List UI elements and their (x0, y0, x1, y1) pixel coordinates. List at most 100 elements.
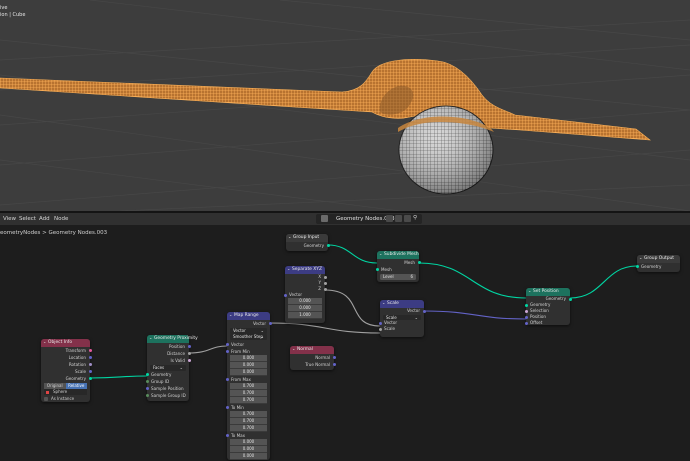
output-socket[interactable] (187, 345, 191, 349)
input-socket[interactable] (283, 293, 287, 297)
vector-z-field[interactable]: 1.000 (288, 312, 322, 319)
node-header[interactable]: Map Range (227, 311, 270, 320)
input-socket[interactable] (378, 321, 382, 325)
level-field[interactable]: Level 6 (380, 273, 416, 280)
input-socket[interactable] (524, 303, 528, 307)
socket-row: Mesh (377, 259, 421, 266)
socket-row: Geometry (286, 242, 330, 249)
node-normal[interactable]: Normal Normal True Normal (290, 345, 336, 370)
output-scale-label: Scale (74, 369, 86, 374)
output-socket[interactable] (268, 322, 272, 326)
from-min-z[interactable]: 0.000 (230, 368, 267, 376)
node-group-input[interactable]: Group Input Geometry (286, 233, 330, 251)
node-separate-xyz[interactable]: Separate XYZ X Y Z Vector 0.000 0.000 1.… (283, 265, 327, 323)
output-socket[interactable] (88, 363, 92, 367)
output-socket[interactable] (88, 377, 92, 381)
input-socket[interactable] (375, 268, 379, 272)
output-socket[interactable] (422, 309, 426, 313)
output-socket[interactable] (88, 356, 92, 360)
input-socket[interactable] (145, 387, 149, 391)
as-instance-checkbox[interactable]: As Instance (44, 396, 87, 402)
input-socket[interactable] (225, 433, 229, 437)
node-header[interactable]: Set Position (526, 287, 570, 296)
data-type-dropdown[interactable]: Vector ⌄ (230, 327, 267, 334)
node-header[interactable]: Object Info (41, 338, 90, 347)
input-scale-label: Scale (384, 326, 396, 331)
from-min-x[interactable]: 0.000 (230, 354, 267, 362)
node-subdivide-mesh[interactable]: Subdivide Mesh Mesh Mesh Level 6 (375, 250, 421, 282)
input-socket[interactable] (635, 265, 639, 269)
to-max-x[interactable]: 0.000 (230, 438, 267, 446)
node-header[interactable]: Separate XYZ (285, 265, 325, 274)
node-header[interactable]: Group Output (637, 254, 680, 263)
input-socket[interactable] (378, 327, 382, 331)
input-socket[interactable] (524, 309, 528, 313)
chevron-down-icon: ⌄ (260, 334, 264, 339)
to-min-z[interactable]: 0.700 (230, 424, 267, 432)
output-socket[interactable] (88, 349, 92, 353)
from-max-z[interactable]: 0.700 (230, 396, 267, 404)
to-max-z[interactable]: 0.000 (230, 452, 267, 460)
output-socket[interactable] (323, 275, 327, 279)
3d-viewport[interactable]: ive ion | Cube (0, 0, 690, 211)
link-set-position-to-output (569, 265, 638, 299)
input-socket[interactable] (524, 321, 528, 325)
from-min-y[interactable]: 0.000 (230, 361, 267, 369)
target-element-dropdown[interactable]: Faces ⌄ (150, 364, 186, 371)
mode-relative-button[interactable]: Relative (65, 382, 87, 389)
output-socket[interactable] (187, 359, 191, 363)
socket-row: Normal (290, 354, 336, 361)
node-map-range[interactable]: Map Range Vector Vector⌄ Smoother Step⌄ … (225, 311, 272, 460)
output-socket[interactable] (417, 261, 421, 265)
socket-row: Geometry (145, 371, 189, 378)
input-socket[interactable] (225, 342, 229, 346)
output-socket[interactable] (187, 352, 191, 356)
node-header[interactable]: Normal (290, 345, 334, 354)
node-set-position[interactable]: Set Position Geometry Geometry Selection… (524, 287, 572, 325)
from-max-x[interactable]: 0.700 (230, 382, 267, 390)
output-distance-label: Distance (167, 351, 185, 356)
output-socket[interactable] (568, 297, 572, 301)
output-socket[interactable] (332, 356, 336, 360)
output-socket[interactable] (326, 244, 330, 248)
link-subdivide-to-set-position (418, 262, 527, 299)
link-object-info-to-proximity (89, 375, 148, 379)
node-header[interactable]: Geometry Proximity (147, 334, 198, 343)
to-min-x[interactable]: 0.700 (230, 410, 267, 418)
node-vector-scale[interactable]: Scale Vector Scale ⌄ Vector Scale (378, 299, 426, 337)
input-socket[interactable] (225, 349, 229, 353)
socket-row: Distance (147, 350, 191, 357)
output-socket[interactable] (323, 281, 327, 285)
input-vector-label: Vector (289, 292, 303, 297)
output-socket[interactable] (323, 287, 327, 291)
from-max-y[interactable]: 0.700 (230, 389, 267, 397)
output-socket[interactable] (88, 370, 92, 374)
vector-x-field[interactable]: 0.000 (288, 298, 322, 305)
node-header[interactable]: Group Input (286, 233, 328, 242)
vector-y-field[interactable]: 0.000 (288, 305, 322, 312)
node-editor[interactable]: View Select Add Node Geometry Nodes.003 … (0, 213, 690, 461)
input-socket[interactable] (145, 380, 149, 384)
node-group-output[interactable]: Group Output Geometry (635, 254, 680, 272)
output-socket[interactable] (332, 363, 336, 367)
input-socket[interactable] (145, 394, 149, 398)
node-header[interactable]: Scale (380, 299, 424, 308)
node-header[interactable]: Subdivide Mesh (377, 250, 419, 259)
input-socket[interactable] (145, 373, 149, 377)
input-socket[interactable] (225, 405, 229, 409)
operation-dropdown[interactable]: Scale ⌄ (383, 314, 421, 320)
socket-row: Location (41, 354, 92, 361)
mode-original-button[interactable]: Original (44, 382, 66, 389)
to-max-y[interactable]: 0.000 (230, 445, 267, 453)
input-socket[interactable] (524, 315, 528, 319)
object-selector[interactable]: Sphere (44, 389, 87, 395)
input-socket[interactable] (225, 377, 229, 381)
viewport-mode-text: ive (0, 5, 8, 11)
output-location-label: Location (68, 355, 86, 360)
node-geometry-proximity[interactable]: Geometry Proximity Position Distance Is … (145, 334, 198, 401)
checkbox-box[interactable] (44, 396, 48, 401)
node-object-info[interactable]: Object Info Transform Location Rotation … (41, 338, 92, 402)
output-position-label: Position (169, 344, 185, 349)
interpolation-dropdown[interactable]: Smoother Step ⌄ (230, 334, 267, 340)
to-min-y[interactable]: 0.700 (230, 417, 267, 425)
